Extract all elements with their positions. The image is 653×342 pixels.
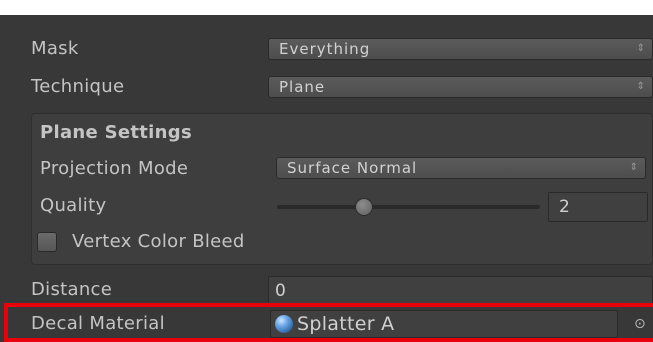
projection-mode-dropdown[interactable]: Surface Normal ⇕ bbox=[276, 157, 646, 179]
mask-label: Mask bbox=[31, 38, 79, 59]
distance-label: Distance bbox=[31, 279, 113, 300]
quality-label: Quality bbox=[40, 195, 107, 216]
dropdown-arrows-icon: ⇕ bbox=[629, 162, 639, 173]
mask-value: Everything bbox=[279, 40, 371, 58]
quality-input[interactable]: 2 bbox=[548, 192, 648, 222]
top-strip bbox=[0, 0, 653, 15]
distance-input[interactable]: 0 bbox=[268, 276, 653, 304]
dropdown-arrows-icon: ⇕ bbox=[636, 81, 646, 92]
vertex-color-bleed-checkbox[interactable] bbox=[37, 232, 57, 252]
vertex-color-bleed-label: Vertex Color Bleed bbox=[72, 231, 245, 252]
projection-mode-label: Projection Mode bbox=[40, 158, 189, 179]
distance-value: 0 bbox=[275, 281, 286, 301]
projection-mode-value: Surface Normal bbox=[287, 159, 418, 177]
technique-value: Plane bbox=[279, 78, 326, 96]
quality-slider-track[interactable] bbox=[277, 205, 540, 209]
quality-slider-thumb[interactable] bbox=[355, 198, 373, 216]
highlight-box bbox=[4, 303, 653, 342]
technique-dropdown[interactable]: Plane ⇕ bbox=[268, 76, 653, 98]
technique-label: Technique bbox=[31, 76, 125, 97]
dropdown-arrows-icon: ⇕ bbox=[636, 43, 646, 54]
mask-dropdown[interactable]: Everything ⇕ bbox=[268, 38, 653, 60]
plane-settings-heading: Plane Settings bbox=[40, 122, 192, 143]
quality-value: 2 bbox=[559, 197, 570, 217]
